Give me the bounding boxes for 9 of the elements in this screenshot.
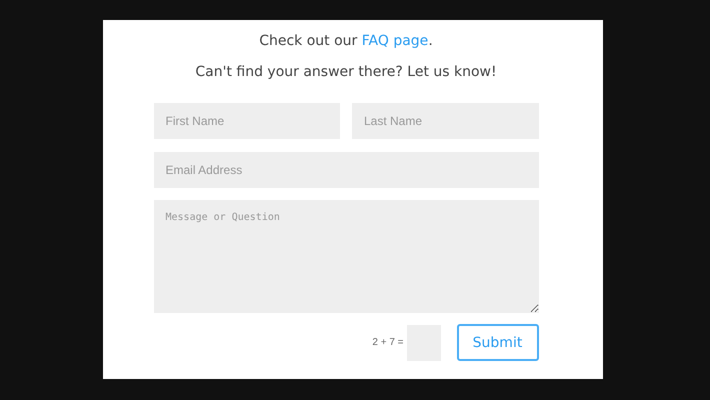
last-name-field[interactable]: Last Name — [352, 103, 538, 139]
captcha-question: 2 + 7 = — [372, 337, 404, 348]
subheading: Can't find your answer there? Let us know! — [194, 63, 498, 82]
faq-link[interactable]: FAQ page — [362, 33, 428, 49]
faq-sentence: Check out our FAQ page. — [258, 32, 434, 51]
submit-button[interactable]: Submit — [456, 324, 538, 361]
email-field[interactable]: Email Address — [154, 152, 538, 188]
message-field[interactable]: Message or Question — [154, 200, 538, 313]
first-name-field[interactable]: First Name — [154, 103, 340, 139]
